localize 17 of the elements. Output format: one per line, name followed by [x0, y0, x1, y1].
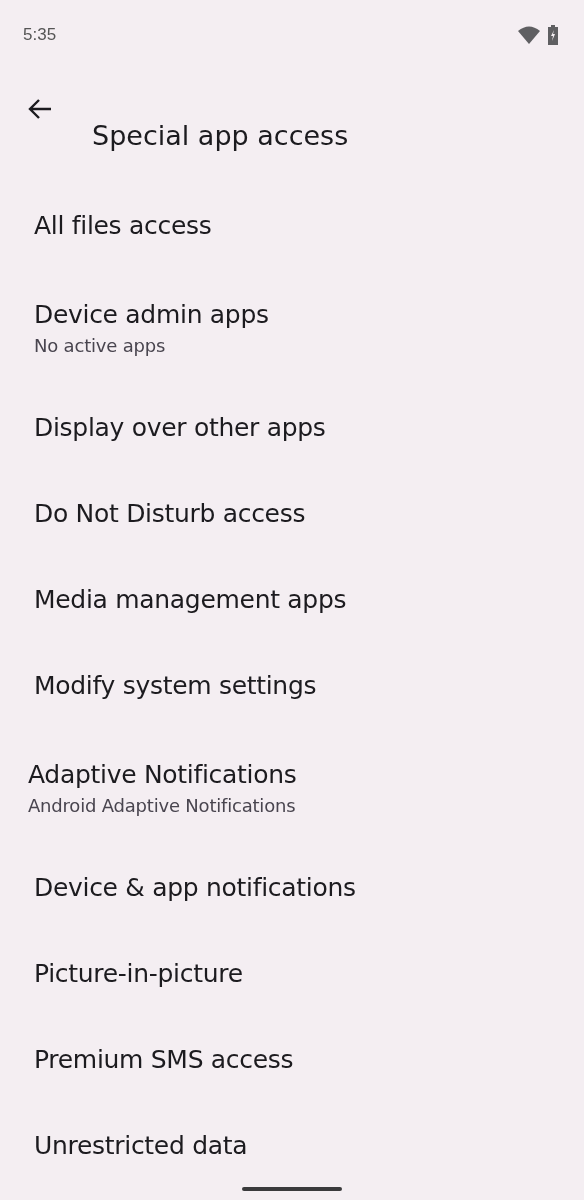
settings-item[interactable]: Media management apps [0, 557, 584, 643]
battery-icon [548, 25, 558, 45]
settings-item[interactable]: Do Not Disturb access [0, 471, 584, 557]
navigation-handle[interactable] [242, 1187, 342, 1191]
settings-item[interactable]: Premium SMS access [0, 1017, 584, 1103]
settings-item[interactable]: Picture-in-picture [0, 931, 584, 1017]
settings-item[interactable]: Device admin apps No active apps [0, 269, 584, 385]
wifi-icon [518, 26, 540, 44]
page-title: Special app access [92, 120, 349, 151]
settings-item[interactable]: Adaptive Notifications Android Adaptive Notifications [0, 729, 584, 845]
back-button[interactable] [27, 97, 53, 121]
settings-item[interactable]: Display over other apps [0, 385, 584, 471]
settings-item[interactable]: Modify system settings [0, 643, 584, 729]
settings-item[interactable]: All files access [0, 183, 584, 269]
settings-item[interactable]: Device & app notifications [0, 845, 584, 931]
settings-item[interactable]: Unrestricted data [0, 1103, 584, 1189]
status-time: 5:35 [23, 25, 57, 45]
